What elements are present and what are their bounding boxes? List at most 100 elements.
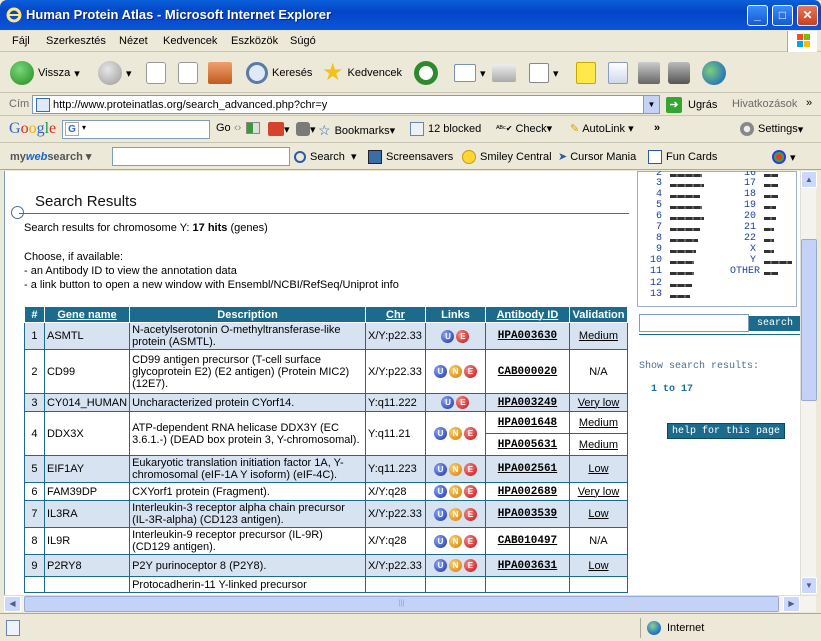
chromosome-link[interactable]: X bbox=[750, 244, 756, 255]
menu-help[interactable]: Súgó bbox=[290, 35, 316, 47]
uniprot-link-icon[interactable]: U bbox=[441, 329, 455, 343]
cursor-mania-button[interactable]: ➤ Cursor Mania bbox=[558, 150, 636, 164]
mywebsearch-input[interactable] bbox=[112, 147, 290, 166]
mail-button[interactable]: ▾ bbox=[454, 57, 486, 89]
chromosome-ideogram[interactable] bbox=[670, 206, 702, 209]
chromosome-ideogram[interactable] bbox=[670, 228, 700, 231]
spellcheck-button[interactable]: ᴬᴮᶜ✔ Check ▾ bbox=[496, 122, 552, 136]
chromosome-ideogram[interactable] bbox=[670, 272, 694, 275]
col-gene-name[interactable]: Gene name bbox=[43, 306, 131, 323]
results-range-link[interactable]: 1 to 17 bbox=[651, 384, 693, 395]
chromosome-ideogram[interactable] bbox=[764, 239, 774, 242]
menu-file[interactable]: Fájl bbox=[12, 35, 30, 47]
chromosome-link[interactable]: 17 bbox=[744, 178, 756, 189]
search-button[interactable]: Keresés bbox=[246, 57, 312, 89]
chromosome-ideogram[interactable] bbox=[764, 206, 776, 209]
maximize-button[interactable]: □ bbox=[772, 5, 793, 26]
address-url[interactable]: http://www.proteinatlas.org/search_advan… bbox=[53, 99, 327, 111]
horizontal-scroll-thumb[interactable]: ||| bbox=[24, 596, 779, 612]
ensembl-link-icon[interactable]: E bbox=[456, 396, 470, 409]
chromosome-link[interactable]: 18 bbox=[744, 189, 756, 200]
screensavers-button[interactable]: Screensavers bbox=[368, 150, 453, 164]
ensembl-link-icon[interactable]: E bbox=[456, 329, 470, 343]
ensembl-link-icon[interactable]: E bbox=[463, 559, 477, 572]
ensembl-link-icon[interactable]: E bbox=[463, 534, 477, 548]
validation-cell[interactable]: Very low bbox=[568, 393, 629, 412]
ncbi-link-icon[interactable]: N bbox=[448, 559, 462, 572]
uniprot-link-icon[interactable]: U bbox=[433, 559, 447, 572]
uniprot-link-icon[interactable]: U bbox=[433, 427, 447, 440]
scroll-down-icon[interactable]: ▼ bbox=[801, 577, 817, 594]
ncbi-link-icon[interactable]: N bbox=[448, 534, 462, 548]
chromosome-ideogram[interactable] bbox=[670, 295, 690, 298]
antibody-id-link[interactable]: HPA002561 bbox=[484, 455, 570, 483]
chromosome-link[interactable]: 4 bbox=[656, 189, 662, 200]
menu-tools[interactable]: Eszközök bbox=[231, 35, 278, 47]
refresh-button[interactable] bbox=[178, 57, 198, 89]
col-antibody-id[interactable]: Antibody ID bbox=[484, 306, 570, 323]
validation-cell[interactable]: Low bbox=[568, 455, 629, 483]
scroll-left-icon[interactable]: ◀ bbox=[4, 596, 21, 612]
validation-cell[interactable]: Medium bbox=[568, 322, 629, 350]
chromosome-ideogram[interactable] bbox=[670, 250, 696, 253]
ncbi-link-icon[interactable]: N bbox=[448, 365, 462, 378]
more-button[interactable]: » bbox=[654, 122, 660, 134]
mws-options-button[interactable]: ▾ bbox=[772, 150, 796, 164]
minimize-button[interactable]: _ bbox=[747, 5, 768, 26]
uniprot-link-icon[interactable]: U bbox=[441, 396, 455, 409]
chromosome-ideogram[interactable] bbox=[764, 174, 778, 177]
autolink-button[interactable]: ✎ AutoLink ▾ bbox=[570, 122, 634, 136]
tool-button-1[interactable] bbox=[638, 57, 660, 89]
google-go-button[interactable]: Go bbox=[216, 122, 231, 134]
chromosome-link[interactable]: 22 bbox=[744, 233, 756, 244]
forward-button[interactable]: ▾ bbox=[98, 57, 132, 89]
ensembl-link-icon[interactable]: E bbox=[463, 365, 477, 378]
edit-dropdown-icon[interactable]: ▾ bbox=[553, 67, 559, 80]
chromosome-ideogram[interactable] bbox=[670, 174, 702, 177]
antibody-id-link[interactable]: HPA003249 bbox=[484, 393, 570, 412]
help-button[interactable]: help for this page bbox=[667, 423, 785, 439]
mws-search-button[interactable]: Search ▾ bbox=[294, 150, 357, 163]
chromosome-link[interactable]: 13 bbox=[650, 289, 662, 300]
sidebar-search-input[interactable] bbox=[639, 314, 749, 332]
chromosome-ideogram[interactable] bbox=[764, 228, 774, 231]
google-news-icon[interactable]: ▾ bbox=[268, 122, 290, 136]
antibody-id-link[interactable]: HPA003539 bbox=[484, 500, 570, 528]
menu-favorites[interactable]: Kedvencek bbox=[163, 35, 217, 47]
home-button[interactable] bbox=[208, 57, 232, 89]
chromosome-link[interactable]: 10 bbox=[650, 255, 662, 266]
chromosome-ideogram[interactable] bbox=[670, 184, 704, 187]
links-toolbar-label[interactable]: Hivatkozások bbox=[732, 98, 797, 110]
stop-button[interactable] bbox=[146, 57, 166, 89]
ensembl-link-icon[interactable]: E bbox=[463, 507, 477, 521]
go-button[interactable]: ➔ Ugrás bbox=[666, 97, 717, 113]
chromosome-link[interactable]: 21 bbox=[744, 222, 756, 233]
validation-cell[interactable]: Very low bbox=[568, 482, 629, 501]
antibody-id-link[interactable]: HPA003631 bbox=[484, 554, 570, 577]
chromosome-link[interactable]: 8 bbox=[656, 233, 662, 244]
ensembl-link-icon[interactable]: E bbox=[463, 462, 477, 476]
uniprot-link-icon[interactable]: U bbox=[433, 462, 447, 476]
antibody-id-link[interactable]: HPA005631 bbox=[484, 433, 570, 456]
chromosome-ideogram[interactable] bbox=[670, 217, 704, 220]
chromosome-ideogram[interactable] bbox=[670, 195, 700, 198]
settings-button[interactable]: Settings ▾ bbox=[740, 122, 803, 136]
research-button[interactable] bbox=[608, 57, 628, 89]
uniprot-link-icon[interactable]: U bbox=[433, 507, 447, 521]
vertical-scroll-thumb[interactable] bbox=[801, 239, 817, 401]
col-chr[interactable]: Chr bbox=[365, 306, 426, 323]
antibody-id-link[interactable]: CAB000020 bbox=[484, 349, 570, 394]
uniprot-link-icon[interactable]: U bbox=[433, 534, 447, 548]
ncbi-link-icon[interactable]: N bbox=[448, 462, 462, 476]
scroll-up-icon[interactable]: ▲ bbox=[801, 171, 817, 188]
ncbi-link-icon[interactable]: N bbox=[448, 427, 462, 440]
menu-view[interactable]: Nézet bbox=[119, 35, 148, 47]
mail-dropdown-icon[interactable]: ▾ bbox=[480, 67, 486, 80]
scroll-right-icon[interactable]: ▶ bbox=[783, 596, 800, 612]
chromosome-link[interactable]: 5 bbox=[656, 200, 662, 211]
print-button[interactable] bbox=[492, 57, 516, 89]
close-button[interactable]: ✕ bbox=[797, 5, 818, 26]
address-input[interactable]: http://www.proteinatlas.org/search_advan… bbox=[32, 95, 660, 114]
vertical-scrollbar[interactable]: ▲ ▼ bbox=[800, 171, 817, 595]
chromosome-link[interactable]: 20 bbox=[744, 211, 756, 222]
